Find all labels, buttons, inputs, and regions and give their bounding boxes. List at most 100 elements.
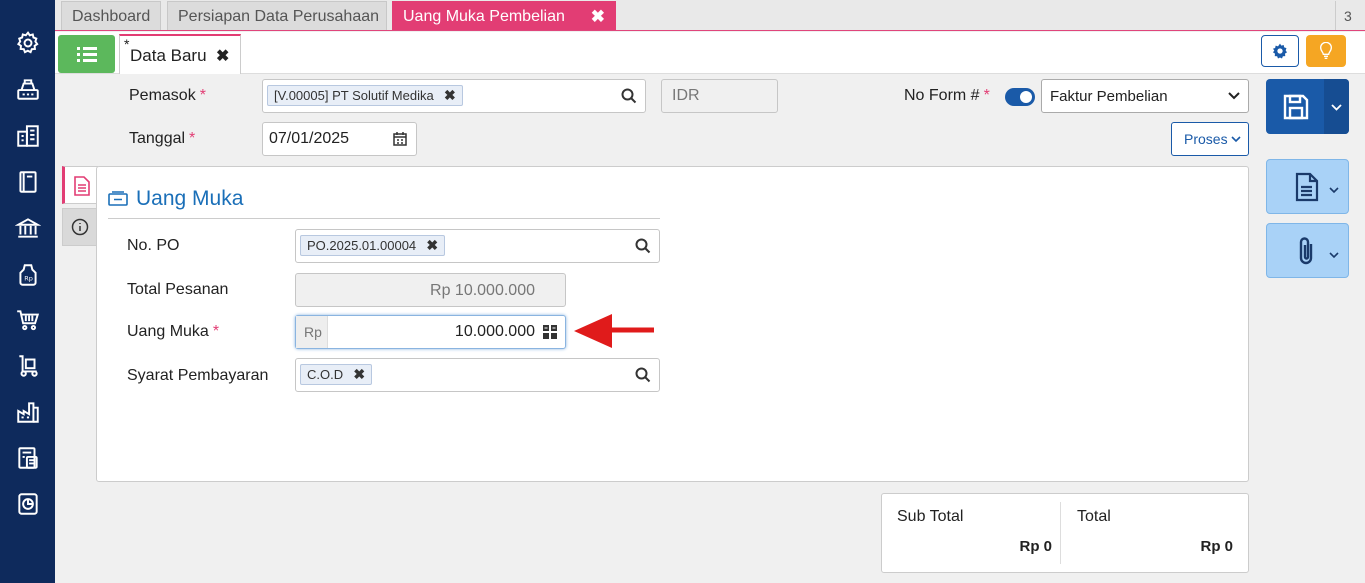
chevron-down-icon — [1329, 187, 1339, 194]
list-icon — [76, 47, 97, 62]
syarat-value: C.O.D — [307, 367, 344, 382]
total-pesanan-field: Rp 10.000.000 — [295, 273, 566, 307]
tab-bar: Dashboard Persiapan Data Perusahaan Uang… — [55, 0, 1365, 31]
remove-chip-icon[interactable]: ✖ — [353, 366, 365, 383]
document-icon — [74, 176, 90, 196]
syarat-input[interactable]: C.O.D ✖ — [295, 358, 660, 392]
section-title: Uang Muka — [108, 187, 243, 211]
cash-register-icon[interactable] — [13, 74, 43, 104]
calendar-icon[interactable] — [393, 132, 407, 146]
chevron-down-icon — [1331, 104, 1342, 111]
factory-icon[interactable] — [13, 397, 43, 427]
uang-muka-label: Uang Muka * — [127, 323, 220, 340]
save-dropdown-toggle[interactable] — [1324, 79, 1349, 134]
totals-divider — [1060, 502, 1061, 564]
tanggal-label: Tanggal * — [129, 130, 196, 147]
tab-uang-muka-pembelian[interactable]: Uang Muka Pembelian ✖ — [392, 1, 616, 30]
document-bar: * Data Baru ✖ — [55, 32, 1365, 74]
section-title-text: Uang Muka — [136, 187, 244, 210]
price-tag-icon[interactable]: Rp — [13, 260, 43, 290]
chevron-down-icon — [1228, 92, 1240, 100]
document-icon — [1295, 172, 1319, 202]
side-tab-info[interactable] — [62, 208, 98, 246]
section-divider — [108, 218, 660, 219]
money-icon — [108, 191, 128, 206]
chevron-down-icon — [1329, 252, 1339, 259]
uang-muka-value: 10.000.000 — [454, 323, 535, 340]
remove-chip-icon[interactable]: ✖ — [444, 87, 456, 104]
tab-count-dropdown[interactable]: 3 — [1335, 1, 1365, 30]
uang-muka-card — [96, 166, 1249, 482]
attachment-button[interactable] — [1266, 223, 1349, 278]
doc-tab-data-baru[interactable]: * Data Baru ✖ — [119, 34, 241, 74]
search-icon[interactable] — [621, 88, 637, 104]
search-icon[interactable] — [635, 238, 651, 254]
modified-indicator: * — [124, 36, 130, 52]
uang-muka-input[interactable]: Rp 10.000.000 — [295, 315, 566, 349]
noform-label: No Form # * — [904, 87, 990, 104]
total-value: Rp 0 — [1200, 538, 1233, 555]
currency-prefix: Rp — [296, 316, 328, 348]
currency-value: IDR — [672, 87, 700, 104]
tax-report-icon[interactable] — [13, 443, 43, 473]
tanggal-input[interactable]: 07/01/2025 — [262, 122, 417, 156]
totals-panel: Sub Total Rp 0 Total Rp 0 — [881, 493, 1249, 573]
remove-chip-icon[interactable]: ✖ — [426, 237, 438, 254]
doc-tab-label: Data Baru — [130, 46, 207, 65]
currency-field: IDR — [661, 79, 778, 113]
sub-total-label: Sub Total — [897, 508, 964, 525]
total-pesanan-value: Rp 10.000.000 — [430, 282, 535, 299]
bank-icon[interactable] — [13, 213, 43, 243]
sub-total-value: Rp 0 — [1019, 538, 1052, 555]
tab-label: Persiapan Data Perusahaan — [178, 8, 380, 25]
book-icon[interactable] — [13, 167, 43, 197]
chevron-down-icon — [1231, 136, 1241, 143]
save-button[interactable] — [1266, 79, 1349, 134]
close-icon[interactable]: ✖ — [216, 46, 229, 66]
syarat-chip: C.O.D ✖ — [300, 364, 373, 385]
hand-truck-icon[interactable] — [13, 351, 43, 381]
noform-toggle[interactable] — [1005, 88, 1035, 106]
search-icon[interactable] — [635, 367, 651, 383]
pemasok-label: Pemasok * — [129, 87, 206, 104]
total-pesanan-label: Total Pesanan — [127, 281, 229, 298]
tanggal-value: 07/01/2025 — [269, 130, 350, 147]
no-po-label: No. PO — [127, 237, 180, 254]
pemasok-value: [V.00005] PT Solutif Medika — [274, 88, 434, 103]
settings-button[interactable] — [1261, 35, 1299, 67]
pemasok-input[interactable]: [V.00005] PT Solutif Medika ✖ — [262, 79, 646, 113]
calculator-icon[interactable] — [543, 325, 557, 339]
proses-button[interactable]: Proses — [1171, 122, 1249, 156]
pemasok-chip: [V.00005] PT Solutif Medika ✖ — [267, 85, 463, 106]
save-icon — [1283, 94, 1309, 120]
red-arrow-annotation — [574, 314, 654, 348]
form-type-select[interactable]: Faktur Pembelian — [1041, 79, 1249, 113]
settings-icon[interactable] — [13, 28, 43, 58]
svg-text:Rp: Rp — [24, 274, 33, 282]
tab-label: Dashboard — [72, 8, 151, 25]
lightbulb-icon — [1319, 42, 1333, 59]
no-po-value: PO.2025.01.00004 — [307, 238, 417, 253]
syarat-label: Syarat Pembayaran — [127, 367, 269, 384]
list-view-button[interactable] — [58, 35, 115, 73]
building-icon[interactable] — [13, 121, 43, 151]
pie-chart-report-icon[interactable] — [13, 489, 43, 519]
tips-button[interactable] — [1306, 35, 1346, 67]
gear-icon — [1272, 43, 1287, 59]
form-type-value: Faktur Pembelian — [1050, 88, 1168, 105]
total-label: Total — [1077, 508, 1111, 525]
document-actions-button[interactable] — [1266, 159, 1349, 214]
info-icon — [71, 218, 89, 236]
proses-label: Proses — [1184, 131, 1228, 147]
sidebar: Rp — [0, 0, 55, 583]
close-icon[interactable]: ✖ — [591, 7, 605, 27]
tab-dashboard[interactable]: Dashboard — [61, 1, 161, 30]
tab-count-label: 3 — [1344, 8, 1352, 24]
no-po-input[interactable]: PO.2025.01.00004 ✖ — [295, 229, 660, 263]
side-tab-detail[interactable] — [62, 166, 98, 204]
shopping-cart-icon[interactable] — [13, 305, 43, 335]
tab-persiapan-data-perusahaan[interactable]: Persiapan Data Perusahaan — [167, 1, 387, 30]
paperclip-icon — [1299, 237, 1313, 265]
tab-label: Uang Muka Pembelian — [403, 8, 565, 25]
no-po-chip: PO.2025.01.00004 ✖ — [300, 235, 446, 256]
